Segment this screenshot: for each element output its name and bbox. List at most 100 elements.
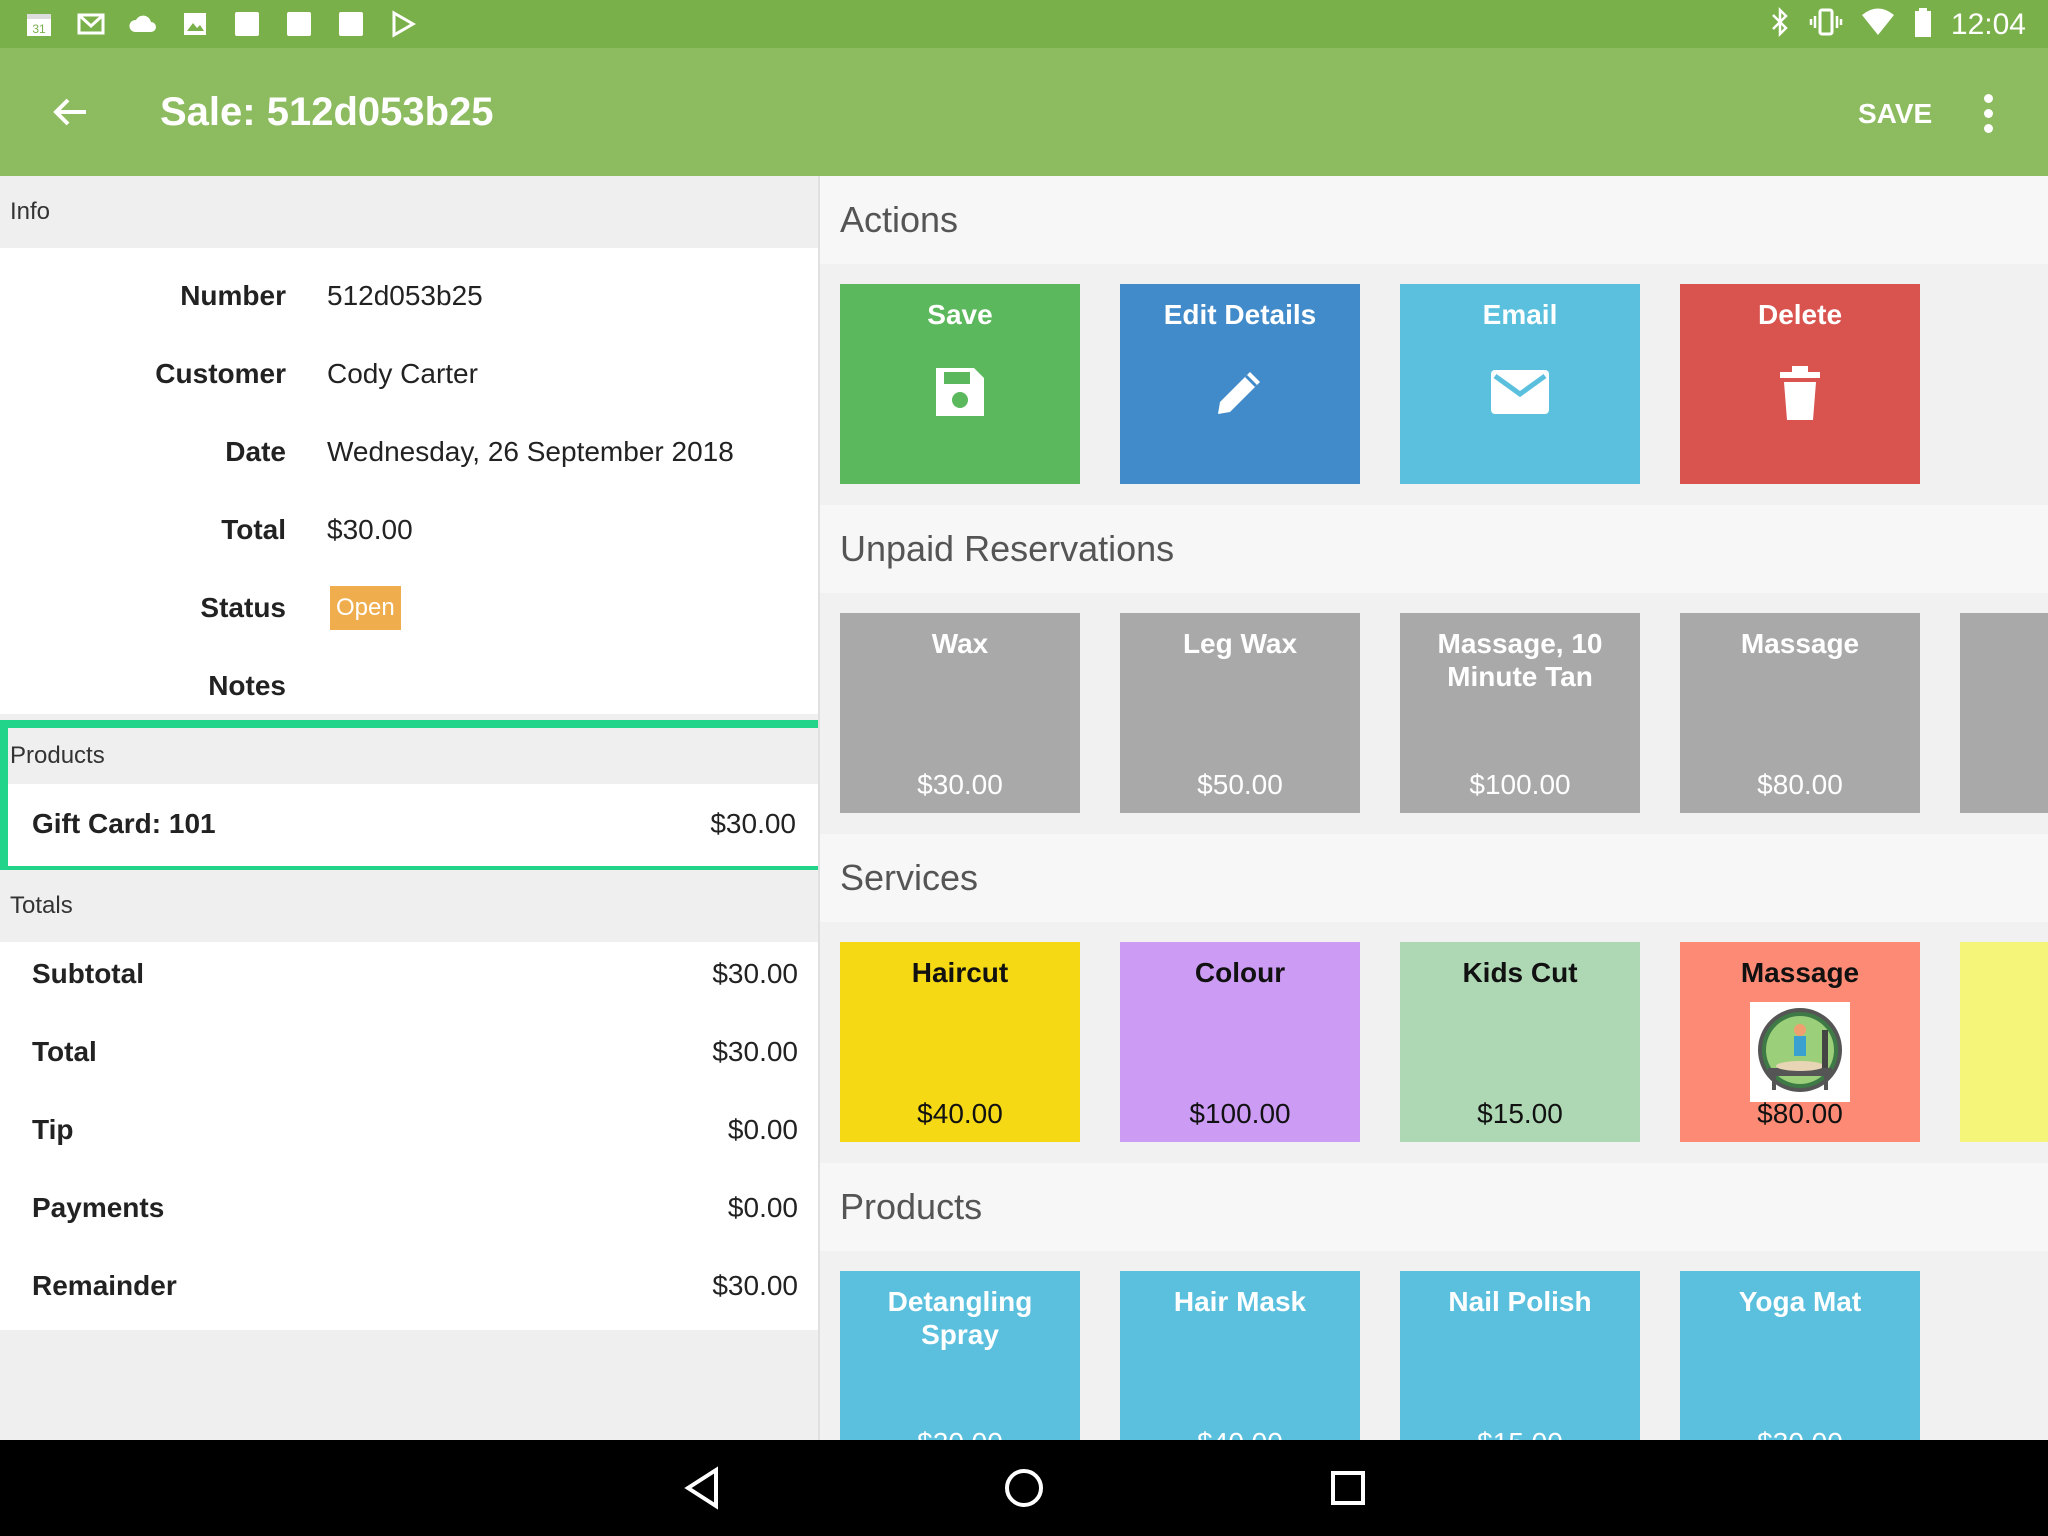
tile-name: Leg Wax <box>1182 628 1298 659</box>
totals-row-remainder: Remainder $30.00 <box>0 1270 818 1320</box>
wifi-icon <box>1861 6 1895 43</box>
pencil-icon <box>1218 372 1260 414</box>
vibrate-icon <box>1809 6 1843 43</box>
totals-label: Subtotal <box>32 958 144 989</box>
save-tile-button[interactable]: Save <box>840 284 1080 484</box>
info-label: Notes <box>208 670 286 701</box>
product-line-item[interactable]: Gift Card: 101 $30.00 <box>8 784 818 866</box>
actions-section-header: Actions <box>820 176 2048 264</box>
info-section-header: Info <box>0 176 818 248</box>
info-label: Customer <box>155 358 286 389</box>
sale-actions-panel: Actions Save Edit Details Email Delete U… <box>820 176 2048 1440</box>
product-price: $30.00 <box>710 808 796 839</box>
tile-name: Hair Mask <box>1173 1286 1307 1317</box>
totals-row-subtotal: Subtotal $30.00 <box>0 958 818 1008</box>
notification-icon <box>230 8 264 40</box>
email-tile-button[interactable]: Email <box>1400 284 1640 484</box>
info-label: Date <box>225 436 286 467</box>
sale-date: Wednesday, 26 September 2018 <box>327 436 734 467</box>
tile-price: $30.00 <box>917 769 1003 800</box>
products-tiles-header: Products <box>820 1163 2048 1251</box>
tile-price: $50.00 <box>1197 769 1283 800</box>
massage-image <box>1750 1002 1850 1102</box>
tile-price: $100.00 <box>1469 769 1571 800</box>
reservation-tile[interactable]: Wax $30.00 <box>840 613 1080 813</box>
info-row-number: Number 512d053b25 <box>0 280 818 330</box>
reservation-tile[interactable]: Leg Wax $50.00 <box>1120 613 1360 813</box>
products-section-header: Products <box>8 728 818 784</box>
info-row-notes: Notes <box>0 670 818 720</box>
tile-price: $100.00 <box>1189 1098 1291 1129</box>
totals-label: Total <box>32 1036 97 1067</box>
tile-name: Massage, 10 Minute Tan <box>1437 628 1603 692</box>
totals-label: Remainder <box>32 1270 177 1301</box>
clock: 12:04 <box>1950 7 2026 41</box>
trash-icon <box>1780 366 1820 420</box>
products-tiles-section: Products Detangling Spray $20.00 Hair Ma… <box>820 1163 2048 1440</box>
battery-icon <box>1913 6 1933 43</box>
service-tile[interactable]: Haircut $40.00 <box>840 942 1080 1142</box>
services-section-header: Services <box>820 834 2048 922</box>
tile-price: $40.00 <box>1120 1427 1360 1440</box>
tile-name: Massage <box>1740 957 1860 988</box>
nav-home-button[interactable] <box>994 1460 1054 1516</box>
info-row-total: Total $30.00 <box>0 514 818 564</box>
status-bar: 31 12:04 <box>0 0 2048 48</box>
totals-row-payments: Payments $0.00 <box>0 1192 818 1242</box>
product-tile[interactable]: Nail Polish $15.00 <box>1400 1271 1640 1440</box>
service-tile[interactable]: Massage $80.00 <box>1680 942 1920 1142</box>
delete-tile-button[interactable]: Delete <box>1680 284 1920 484</box>
totals-value: $30.00 <box>712 1270 798 1301</box>
calendar-icon: 31 <box>22 8 56 40</box>
tile-price: $30.00 <box>1680 1427 1920 1440</box>
tile-label: Email <box>1482 299 1558 330</box>
service-tile[interactable]: C M $ <box>1960 942 2048 1142</box>
nav-back-button[interactable] <box>672 1460 732 1516</box>
totals-value: $0.00 <box>727 1192 798 1223</box>
totals-row-total: Total $30.00 <box>0 1036 818 1086</box>
product-name: Gift Card: 101 <box>32 808 216 839</box>
info-row-date: Date Wednesday, 26 September 2018 <box>0 436 818 486</box>
product-tile[interactable]: Yoga Mat $30.00 <box>1680 1271 1920 1440</box>
app-bar: Sale: 512d053b25 SAVE <box>0 48 2048 176</box>
navigation-bar <box>0 1440 2048 1536</box>
info-value: 512d053b25 <box>327 280 483 311</box>
product-tile[interactable]: Detangling Spray $20.00 <box>840 1271 1080 1440</box>
totals-value: $30.00 <box>712 958 798 989</box>
overflow-menu-button[interactable] <box>1976 88 2000 138</box>
tile-name: Haircut <box>911 957 1009 988</box>
tile-label: Save <box>927 299 993 330</box>
tile-price: $ <box>1960 769 2048 801</box>
reservation-tile[interactable]: M $ <box>1960 613 2048 813</box>
nav-recents-button[interactable] <box>1318 1460 1378 1516</box>
tile-name: M <box>1960 627 2048 660</box>
tile-price: $15.00 <box>1477 1098 1563 1129</box>
tile-name: Colour <box>1194 957 1286 988</box>
floppy-icon <box>936 368 984 416</box>
gmail-icon <box>74 8 108 40</box>
services-section: Services Haircut $40.00 Colour $100.00 K… <box>820 834 2048 1163</box>
arrow-left-icon <box>53 98 86 126</box>
reservation-tile[interactable]: Massage, 10 Minute Tan $100.00 <box>1400 613 1640 813</box>
back-button[interactable] <box>40 86 100 138</box>
totals-value: $30.00 <box>712 1036 798 1067</box>
totals-label: Tip <box>32 1114 74 1145</box>
square-recents-icon <box>1331 1471 1365 1505</box>
play-store-icon <box>386 8 420 40</box>
tile-label: Delete <box>1757 299 1843 330</box>
service-tile[interactable]: Kids Cut $15.00 <box>1400 942 1640 1142</box>
cloud-icon <box>126 8 160 40</box>
tile-price: $20.00 <box>840 1427 1080 1440</box>
tile-name: Kids Cut <box>1462 957 1578 988</box>
triangle-back-icon <box>684 1466 718 1510</box>
product-tile[interactable]: Hair Mask $40.00 <box>1120 1271 1360 1440</box>
info-label: Total <box>221 514 286 545</box>
notification-icon <box>282 8 316 40</box>
massage-illustration-icon <box>1758 1008 1842 1092</box>
save-action-button[interactable]: SAVE <box>1858 98 1932 130</box>
info-row-status: Status Open <box>0 586 818 642</box>
edit-details-tile-button[interactable]: Edit Details <box>1120 284 1360 484</box>
tile-name: C M <box>1960 956 2048 989</box>
reservation-tile[interactable]: Massage $80.00 <box>1680 613 1920 813</box>
service-tile[interactable]: Colour $100.00 <box>1120 942 1360 1142</box>
